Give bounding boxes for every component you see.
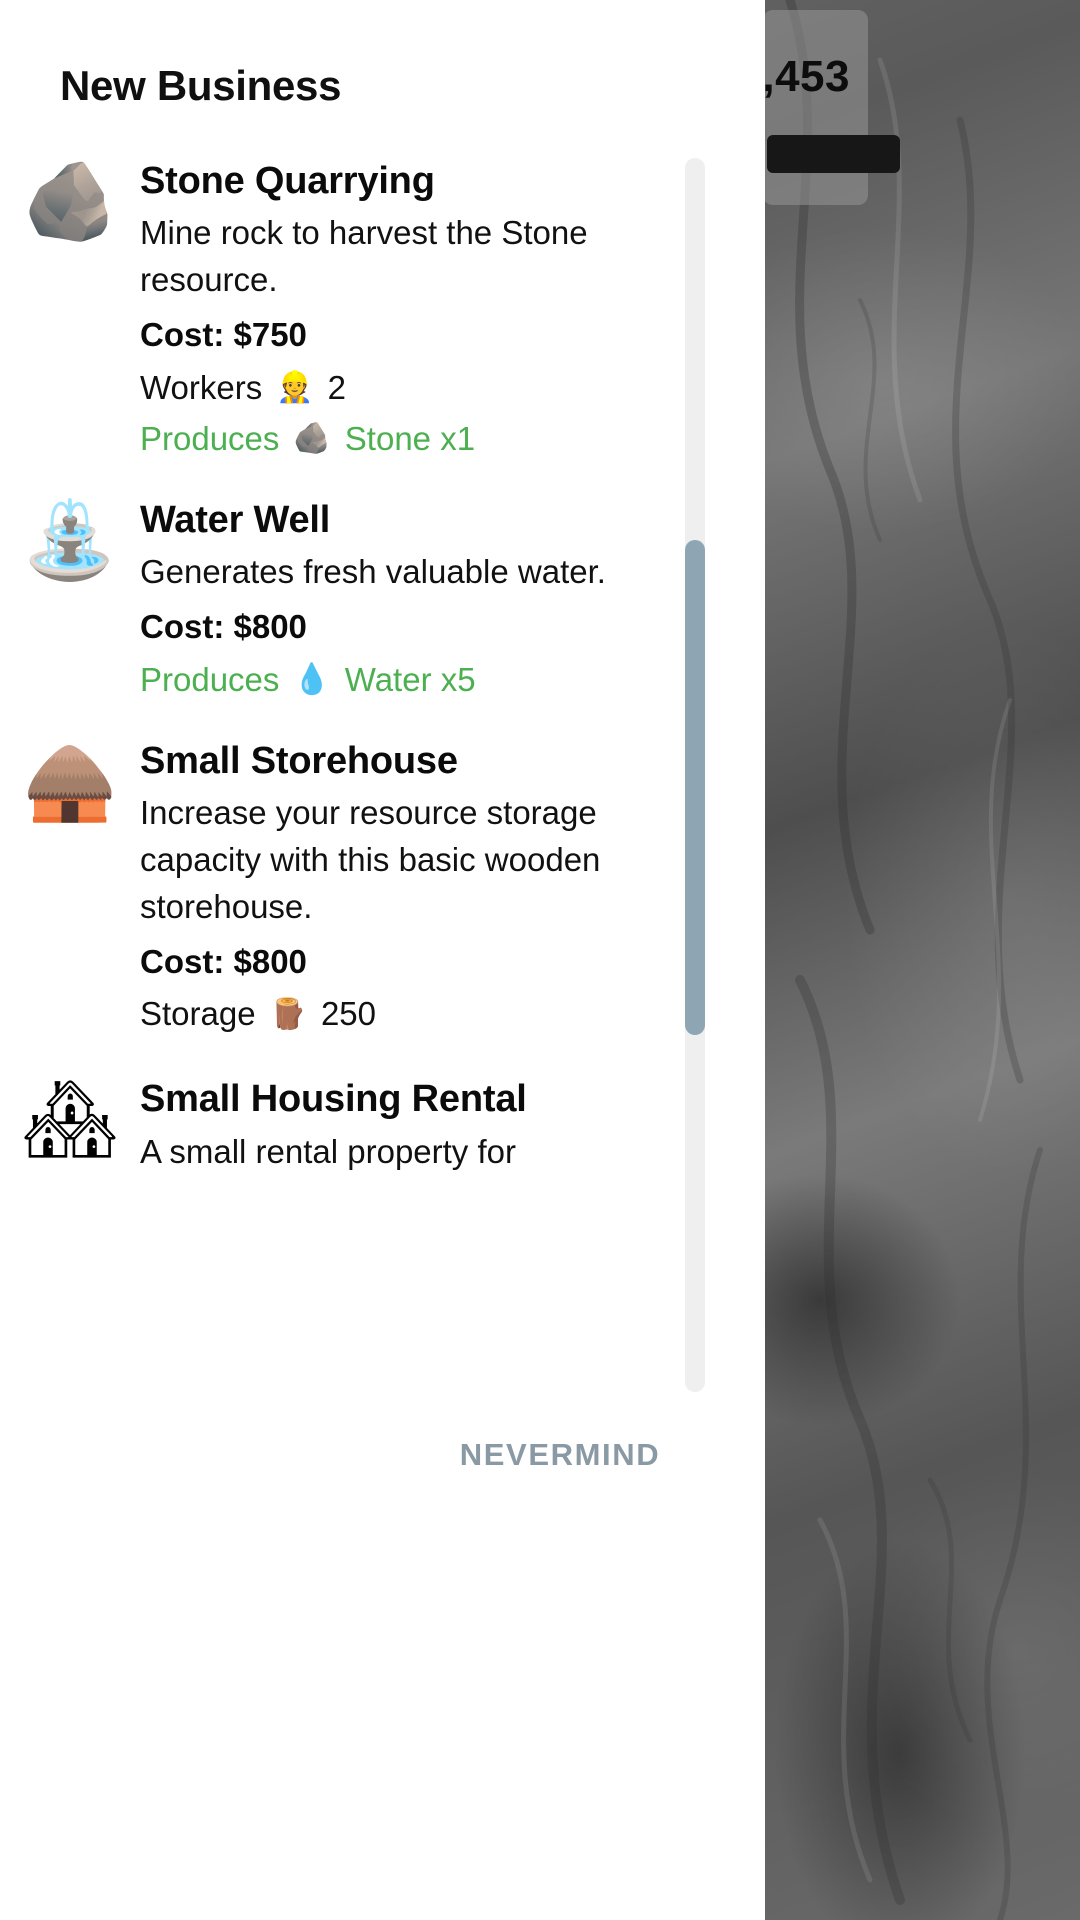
business-description: Generates fresh valuable water. xyxy=(140,553,606,591)
business-cost: Cost: $750 xyxy=(140,316,307,354)
business-storage-row: Storage 🪵 250 xyxy=(140,991,690,1038)
business-details: Small Storehouse Increase your resource … xyxy=(140,738,700,1043)
business-name: Water Well xyxy=(140,498,331,541)
business-produces-row: Produces 💧 Water x5 xyxy=(140,657,690,704)
business-name: Small Housing Rental xyxy=(140,1078,527,1121)
produces-value: Stone x1 xyxy=(344,419,476,457)
business-workers-row: Workers 👷 2 xyxy=(140,365,690,412)
stone-quarry-icon: 🪨 xyxy=(22,159,118,244)
hud-panel: ,453 xyxy=(762,10,900,205)
produces-label: Produces xyxy=(140,660,280,698)
business-cost: Cost: $800 xyxy=(140,942,307,980)
business-produces-row: Produces 🪨 Stone x1 xyxy=(140,416,690,463)
business-details: Stone Quarrying Mine rock to harvest the… xyxy=(140,158,700,463)
small-housing-rental-icon: 🏘 xyxy=(21,1077,119,1163)
business-description: A small rental property for xyxy=(140,1132,516,1170)
produces-label: Produces xyxy=(140,419,280,457)
business-name: Small Storehouse xyxy=(140,739,458,782)
workers-value: 2 xyxy=(327,368,346,406)
worker-icon: 👷 xyxy=(276,371,314,405)
nevermind-button[interactable]: NEVERMIND xyxy=(440,1420,680,1490)
business-list-scroll-viewport[interactable]: 🪨 Stone Quarrying Mine rock to harvest t… xyxy=(0,158,765,1392)
small-storehouse-icon: 🛖 xyxy=(22,738,118,824)
business-list: 🪨 Stone Quarrying Mine rock to harvest t… xyxy=(0,158,700,1217)
produces-value: Water x5 xyxy=(344,660,476,698)
business-description: Mine rock to harvest the Stone resource. xyxy=(140,214,588,299)
scrollbar-thumb[interactable] xyxy=(685,540,705,1035)
storage-value: 250 xyxy=(320,995,377,1033)
business-cost: Cost: $800 xyxy=(140,607,307,645)
stone-resource-icon: 🪨 xyxy=(293,422,331,456)
workers-label: Workers xyxy=(140,368,263,406)
water-well-icon: ⛲ xyxy=(22,497,118,583)
hud-action-button[interactable] xyxy=(767,135,900,173)
list-item[interactable]: 🪨 Stone Quarrying Mine rock to harvest t… xyxy=(0,158,700,463)
business-description: Increase your resource storage capacity … xyxy=(140,793,601,925)
money-counter: ,453 xyxy=(762,52,850,101)
new-business-dialog: New Business 🪨 Stone Quarrying Mine rock… xyxy=(0,0,765,1920)
wood-storage-icon: 🪵 xyxy=(269,997,307,1031)
list-item[interactable]: ⛲ Water Well Generates fresh valuable wa… xyxy=(0,497,700,704)
water-drop-icon: 💧 xyxy=(293,663,331,697)
storage-label: Storage xyxy=(140,995,256,1033)
business-details: Small Housing Rental A small rental prop… xyxy=(140,1076,700,1183)
dialog-title: New Business xyxy=(60,62,342,109)
business-details: Water Well Generates fresh valuable wate… xyxy=(140,497,700,704)
business-name: Stone Quarrying xyxy=(140,160,435,202)
list-item[interactable]: 🛖 Small Storehouse Increase your resourc… xyxy=(0,738,700,1043)
list-item[interactable]: 🏘 Small Housing Rental A small rental pr… xyxy=(0,1076,700,1183)
